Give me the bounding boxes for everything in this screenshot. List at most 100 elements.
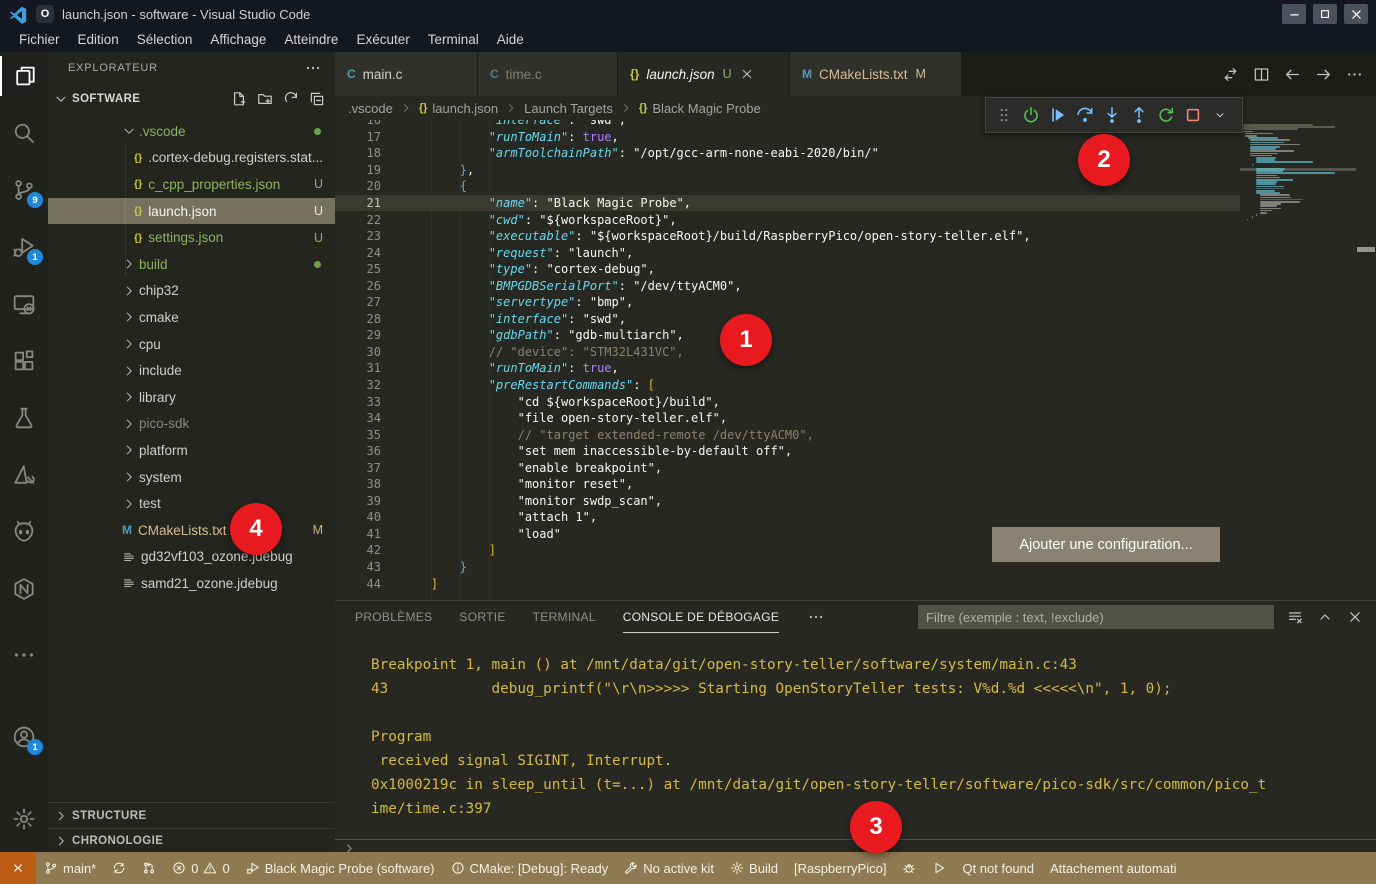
activitybar-testing[interactable] (0, 398, 48, 438)
statusbar-raspberrypico[interactable]: [RaspberryPico] (786, 852, 894, 884)
breadcrumb-item[interactable]: {}launch.json (419, 101, 498, 116)
code-line-28[interactable]: 28 "interface": "swd", (335, 311, 1240, 328)
activitybar-explorer[interactable] (0, 56, 48, 96)
tree-item-pico-sdk[interactable]: pico-sdk (48, 411, 335, 438)
code-line-36[interactable]: 36 "set mem inaccessible-by-default off"… (335, 443, 1240, 460)
statusbar-build[interactable]: Build (722, 852, 786, 884)
debug-power-button[interactable] (1017, 101, 1044, 129)
code-line-25[interactable]: 25 "type": "cortex-debug", (335, 261, 1240, 278)
tree-item-include[interactable]: include (48, 357, 335, 384)
more-actions-button[interactable] (1339, 59, 1370, 89)
code-line-38[interactable]: 38 "monitor reset", (335, 476, 1240, 493)
tab-time.c[interactable]: Ctime.c (478, 52, 618, 96)
code-line-21[interactable]: 21 "name": "Black Magic Probe", (335, 195, 1240, 212)
activitybar-cmake[interactable] (0, 455, 48, 495)
menu-aide[interactable]: Aide (488, 28, 533, 52)
code-line-24[interactable]: 24 "request": "launch", (335, 244, 1240, 261)
debug-stop-button[interactable] (1179, 101, 1206, 129)
statusbar-attachement-automati[interactable]: Attachement automati (1042, 852, 1184, 884)
breadcrumb-item[interactable]: Launch Targets (524, 101, 613, 116)
menu-fichier[interactable]: Fichier (10, 28, 69, 52)
tree-item-.vscode[interactable]: .vscode (48, 118, 335, 145)
nav-forward-button[interactable] (1308, 59, 1339, 89)
tree-item-samd21_ozone.jdebug[interactable]: samd21_ozone.jdebug (48, 570, 335, 597)
statusbar-cmake-debug-ready[interactable]: CMake: [Debug]: Ready (443, 852, 617, 884)
debug-step-over-button[interactable] (1071, 101, 1098, 129)
code-line-44[interactable]: 44 ] (335, 575, 1240, 592)
code-line-26[interactable]: 26 "BMPGDBSerialPort": "/dev/ttyACM0", (335, 277, 1240, 294)
panel-tab-sortie[interactable]: SORTIE (459, 602, 505, 633)
activitybar-search[interactable] (0, 113, 48, 153)
timeline-section[interactable]: CHRONOLOGIE (48, 828, 335, 852)
tab-CMakeLists.txt[interactable]: MCMakeLists.txtM (790, 52, 962, 96)
code-line-35[interactable]: 35 // "target extended-remote /dev/ttyAC… (335, 426, 1240, 443)
debug-drag-grip-button[interactable] (990, 101, 1017, 129)
tree-item-settings.json[interactable]: {}settings.jsonU (48, 224, 335, 251)
nav-back-button[interactable] (1277, 59, 1308, 89)
debug-step-into-button[interactable] (1098, 101, 1125, 129)
tree-item-cmake[interactable]: cmake (48, 304, 335, 331)
panel-more-icon[interactable] (808, 609, 824, 625)
statusbar-sync[interactable] (104, 852, 134, 884)
menu-affichage[interactable]: Affichage (201, 28, 275, 52)
menu-edition[interactable]: Edition (69, 28, 128, 52)
debug-continue-button[interactable] (1044, 101, 1071, 129)
activitybar-hex-n[interactable] (0, 569, 48, 609)
tree-item-gd32vf103_ozone.jdebug[interactable]: gd32vf103_ozone.jdebug (48, 544, 335, 571)
code-line-23[interactable]: 23 "executable": "${workspaceRoot}/build… (335, 228, 1240, 245)
statusbar-problems[interactable]: 00 (164, 852, 237, 884)
console-filter-input[interactable] (918, 605, 1274, 629)
activitybar-run-debug[interactable]: 1 (0, 227, 48, 267)
activitybar-more[interactable] (0, 635, 48, 675)
activitybar-source-control[interactable]: 9 (0, 170, 48, 210)
close-window-button[interactable] (1344, 4, 1368, 24)
add-configuration-button[interactable]: Ajouter une configuration... (992, 527, 1220, 562)
statusbar-no-active-kit[interactable]: No active kit (616, 852, 722, 884)
statusbar-play[interactable] (924, 852, 954, 884)
close-panel-button[interactable] (1340, 602, 1370, 632)
panel-tab-terminal[interactable]: TERMINAL (533, 602, 596, 633)
panel-tab-problemes[interactable]: PROBLÈMES (355, 602, 432, 633)
activitybar-settings-gear[interactable] (0, 799, 48, 839)
new-file-button[interactable] (231, 91, 247, 107)
close-tab-icon[interactable] (740, 67, 754, 81)
activitybar-extensions[interactable] (0, 341, 48, 381)
minimize-button[interactable] (1282, 4, 1306, 24)
debug-chevron-down-button[interactable] (1206, 101, 1233, 129)
statusbar-black-magic-probe-software[interactable]: Black Magic Probe (software) (238, 852, 443, 884)
code-line-27[interactable]: 27 "servertype": "bmp", (335, 294, 1240, 311)
code-line-29[interactable]: 29 "gdbPath": "gdb-multiarch", (335, 327, 1240, 344)
code-line-39[interactable]: 39 "monitor swdp_scan", (335, 493, 1240, 510)
activitybar-alien[interactable] (0, 512, 48, 552)
menu-terminal[interactable]: Terminal (419, 28, 488, 52)
menu-selection[interactable]: Sélection (128, 28, 202, 52)
collapse-all-button[interactable] (309, 91, 325, 107)
new-folder-button[interactable] (257, 91, 273, 107)
code-line-34[interactable]: 34 "file open-story-teller.elf", (335, 410, 1240, 427)
code-line-31[interactable]: 31 "runToMain": true, (335, 360, 1240, 377)
tree-item-build[interactable]: build (48, 251, 335, 278)
code-line-22[interactable]: 22 "cwd": "${workspaceRoot}", (335, 211, 1240, 228)
breadcrumb-item[interactable]: {}Black Magic Probe (639, 101, 761, 116)
split-editor-button[interactable] (1246, 59, 1277, 89)
tree-item-platform[interactable]: platform (48, 437, 335, 464)
tree-item-test[interactable]: test (48, 490, 335, 517)
code-line-40[interactable]: 40 "attach 1", (335, 509, 1240, 526)
clear-console-button[interactable] (1280, 602, 1310, 632)
debug-restart-button[interactable] (1152, 101, 1179, 129)
code-line-30[interactable]: 30 // "device": "STM32L431VC", (335, 344, 1240, 361)
minimap[interactable] (1240, 120, 1356, 600)
maximize-button[interactable] (1313, 4, 1337, 24)
tree-item-cpu[interactable]: cpu (48, 331, 335, 358)
refresh-button[interactable] (283, 91, 299, 107)
scrollbar-marker[interactable] (1357, 247, 1375, 252)
statusbar-main[interactable]: main* (36, 852, 104, 884)
tree-item-.cortex-debug.registers.stat...[interactable]: {}.cortex-debug.registers.stat... (48, 145, 335, 172)
statusbar-compare-changes[interactable] (134, 852, 164, 884)
tree-item-library[interactable]: library (48, 384, 335, 411)
debug-step-out-button[interactable] (1125, 101, 1152, 129)
breadcrumb-item[interactable]: .vscode (348, 101, 393, 116)
open-changes-button[interactable] (1215, 59, 1246, 89)
code-line-33[interactable]: 33 "cd ${workspaceRoot}/build", (335, 393, 1240, 410)
statusbar-remote[interactable] (0, 852, 36, 884)
